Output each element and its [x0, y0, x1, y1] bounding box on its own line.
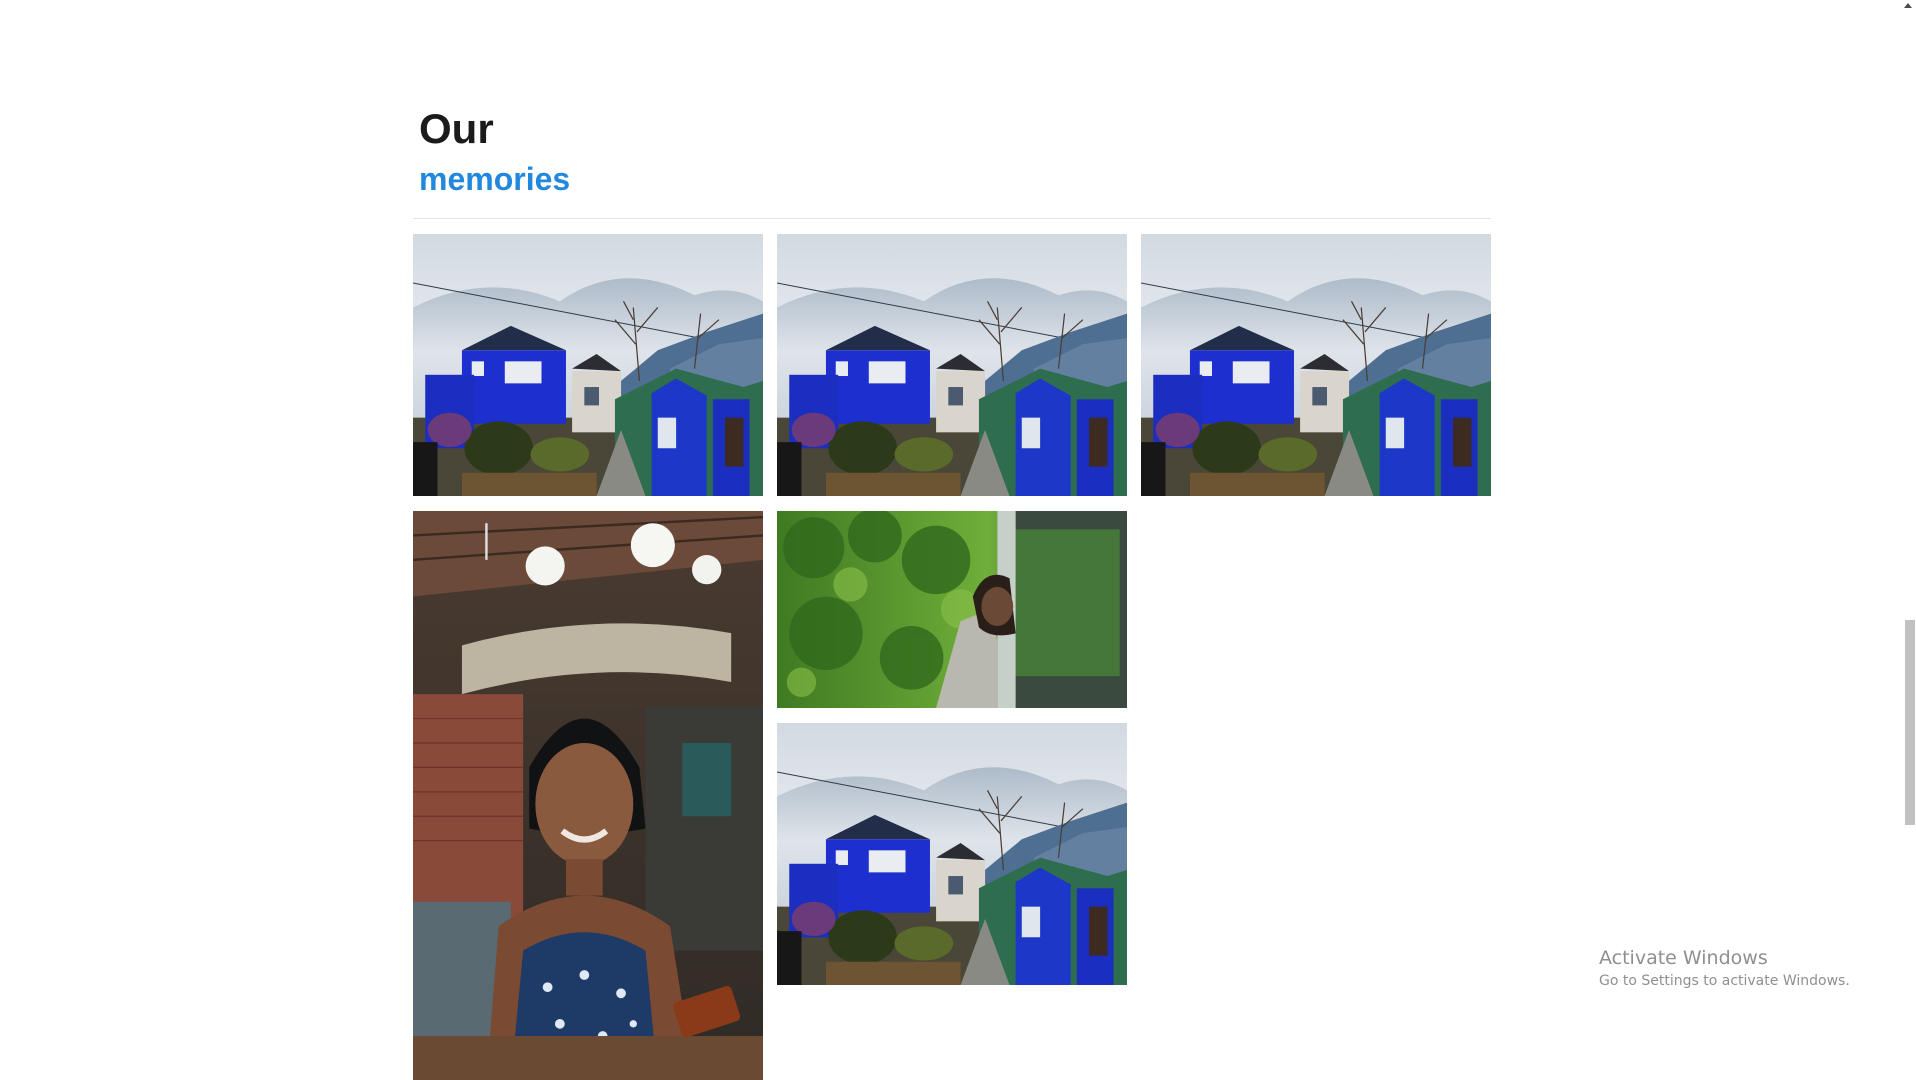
activate-windows-watermark: Activate Windows Go to Settings to activ… — [1599, 946, 1850, 991]
gallery-photo-blue-house-3[interactable] — [1141, 234, 1491, 496]
activate-windows-title: Activate Windows — [1599, 947, 1768, 969]
gallery-photo-blue-house-1[interactable] — [413, 234, 763, 496]
gallery-photo-bus-window[interactable] — [777, 511, 1127, 708]
vertical-scrollbar[interactable] — [1900, 0, 1916, 1080]
activate-windows-subtitle: Go to Settings to activate Windows. — [1599, 973, 1850, 989]
scrollbar-thumb[interactable] — [1905, 620, 1915, 825]
scroll-up-arrow-icon[interactable] — [1904, 3, 1912, 8]
gallery-photo-blue-house-2[interactable] — [777, 234, 1127, 496]
gallery-photo-blue-house-4[interactable] — [777, 723, 1127, 985]
section-title: Our — [419, 105, 494, 152]
section-subtitle: memories — [419, 161, 571, 197]
section-divider — [413, 218, 1491, 219]
gallery-photo-cafe-portrait[interactable] — [413, 511, 763, 1080]
